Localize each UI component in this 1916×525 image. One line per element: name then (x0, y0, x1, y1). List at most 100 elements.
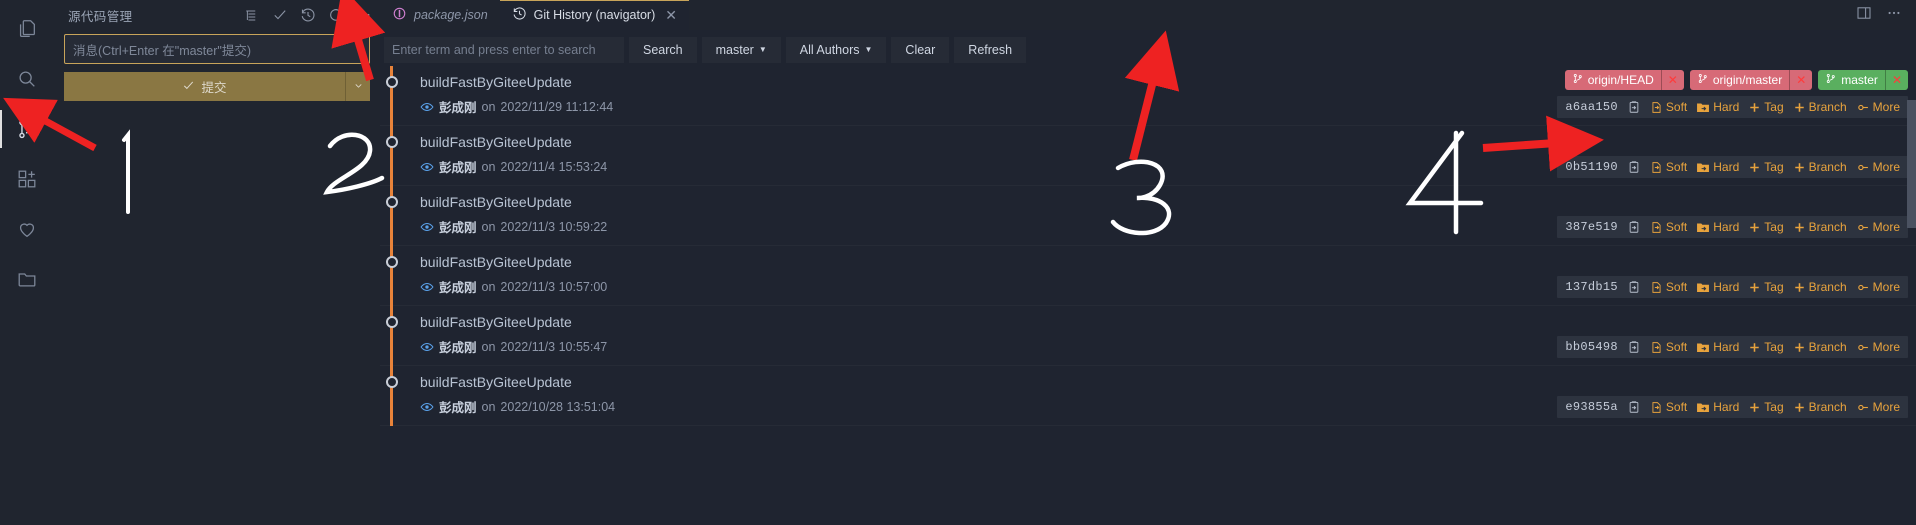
commit-row[interactable]: buildFastByGiteeUpdate 彭成刚 on 2022/11/3 … (380, 246, 1916, 306)
copy-hash-icon[interactable] (1627, 160, 1641, 174)
add-tag-button[interactable]: Tag (1748, 160, 1784, 174)
more-actions-button[interactable]: More (1856, 340, 1900, 354)
eye-icon[interactable] (420, 280, 434, 294)
check-icon[interactable] (271, 7, 288, 24)
commit-list[interactable]: buildFastByGiteeUpdate 彭成刚 on 2022/11/29… (380, 66, 1916, 525)
reset-soft-button[interactable]: Soft (1650, 220, 1687, 234)
commit-hash[interactable]: 137db15 (1565, 280, 1618, 294)
commit-row[interactable]: buildFastByGiteeUpdate 彭成刚 on 2022/11/4 … (380, 126, 1916, 186)
add-branch-button[interactable]: Branch (1793, 400, 1847, 414)
vertical-scrollbar-thumb[interactable] (1907, 100, 1916, 228)
reset-hard-button[interactable]: Hard (1696, 160, 1739, 174)
add-tag-button[interactable]: Tag (1748, 220, 1784, 234)
add-branch-button[interactable]: Branch (1793, 160, 1847, 174)
commit-button-dropdown[interactable] (345, 72, 370, 101)
activity-bar-item-extensions[interactable] (0, 154, 54, 204)
commit-hash[interactable]: 387e519 (1565, 220, 1618, 234)
add-tag-button[interactable]: Tag (1748, 100, 1784, 114)
eye-icon[interactable] (420, 220, 434, 234)
add-tag-button[interactable]: Tag (1748, 400, 1784, 414)
history-icon[interactable] (299, 7, 316, 24)
add-branch-button[interactable]: Branch (1793, 220, 1847, 234)
activity-bar-item-favorites[interactable] (0, 204, 54, 254)
reset-soft-button[interactable]: Soft (1650, 160, 1687, 174)
eye-icon[interactable] (420, 400, 434, 414)
more-actions-button[interactable]: More (1856, 100, 1900, 114)
remove-ref-icon[interactable]: ✕ (1789, 70, 1812, 90)
commit-hash[interactable]: a6aa150 (1565, 100, 1618, 114)
commit-row[interactable]: buildFastByGiteeUpdate 彭成刚 on 2022/11/3 … (380, 306, 1916, 366)
editor-tab-actions (1842, 0, 1916, 30)
commit-button[interactable]: 提交 (64, 72, 345, 101)
graph-node (385, 376, 398, 388)
branch-selector[interactable]: master ▼ (701, 36, 781, 63)
reset-soft-button[interactable]: Soft (1650, 280, 1687, 294)
plus-icon (1793, 161, 1806, 174)
eye-icon[interactable] (420, 340, 434, 354)
activity-bar-item-source-control[interactable] (0, 104, 54, 154)
search-icon (16, 68, 38, 90)
reset-soft-button[interactable]: Soft (1650, 340, 1687, 354)
author-selector[interactable]: All Authors ▼ (785, 36, 887, 63)
remove-ref-icon[interactable]: ✕ (1660, 70, 1684, 90)
activity-bar-item-explorer[interactable] (0, 4, 54, 54)
commit-hash[interactable]: 0b51190 (1565, 160, 1618, 174)
reset-hard-button[interactable]: Hard (1696, 400, 1739, 414)
activity-bar-item-workspace[interactable] (0, 254, 54, 304)
search-button[interactable]: Search (629, 36, 697, 63)
branch-label: Branch (1808, 220, 1847, 234)
copy-hash-icon[interactable] (1627, 220, 1641, 234)
eye-icon[interactable] (420, 160, 434, 174)
commit-row[interactable]: buildFastByGiteeUpdate 彭成刚 on 2022/11/3 … (380, 186, 1916, 246)
copy-hash-icon[interactable] (1627, 100, 1641, 114)
reset-hard-button[interactable]: Hard (1696, 220, 1739, 234)
refresh-icon[interactable] (327, 7, 344, 24)
eye-icon[interactable] (420, 100, 434, 114)
author-selector-label: All Authors (799, 42, 860, 57)
more-actions-button[interactable]: More (1856, 160, 1900, 174)
reset-soft-button[interactable]: Soft (1650, 400, 1687, 414)
remove-ref-icon[interactable]: ✕ (1884, 70, 1908, 90)
commit-date: 2022/11/4 15:53:24 (500, 159, 608, 174)
branch-ref-badge[interactable]: origin/HEAD ✕ (1564, 70, 1684, 90)
ellipsis-icon[interactable] (1886, 5, 1902, 26)
reset-hard-button[interactable]: Hard (1696, 100, 1739, 114)
reset-soft-button[interactable]: Soft (1650, 100, 1687, 114)
plus-icon (1793, 221, 1806, 234)
copy-hash-icon[interactable] (1627, 280, 1641, 294)
clear-button[interactable]: Clear (891, 36, 950, 63)
commit-row[interactable]: buildFastByGiteeUpdate 彭成刚 on 2022/11/29… (380, 66, 1916, 126)
split-editor-icon[interactable] (1856, 5, 1872, 26)
add-tag-button[interactable]: Tag (1748, 340, 1784, 354)
list-icon[interactable] (243, 7, 260, 24)
commit-message-input[interactable]: 消息(Ctrl+Enter 在"master"提交) (64, 34, 370, 64)
commit-hash[interactable]: e93855a (1565, 400, 1618, 414)
branch-ref-badge[interactable]: origin/master ✕ (1689, 70, 1813, 90)
commit-row[interactable]: buildFastByGiteeUpdate 彭成刚 on 2022/10/28… (380, 366, 1916, 426)
commit-hash[interactable]: bb05498 (1565, 340, 1618, 354)
close-icon[interactable]: ✕ (665, 8, 677, 22)
activity-bar-item-search[interactable] (0, 54, 54, 104)
copy-hash-icon[interactable] (1627, 400, 1641, 414)
copy-hash-icon[interactable] (1627, 340, 1641, 354)
search-input[interactable]: Enter term and press enter to search (384, 36, 624, 63)
commit-graph (380, 126, 402, 186)
ellipsis-icon[interactable] (355, 7, 372, 24)
plus-icon (1793, 101, 1806, 114)
git-history-toolbar: Enter term and press enter to search Sea… (380, 30, 1916, 66)
tab-package-json[interactable]: package.json (380, 0, 500, 30)
add-branch-button[interactable]: Branch (1793, 100, 1847, 114)
tab-label: Git History (navigator) (533, 8, 656, 22)
branch-ref-badge[interactable]: master ✕ (1818, 70, 1908, 90)
tab-git-history[interactable]: Git History (navigator) ✕ (499, 0, 690, 30)
add-tag-button[interactable]: Tag (1748, 280, 1784, 294)
more-actions-button[interactable]: More (1856, 220, 1900, 234)
more-actions-button[interactable]: More (1856, 280, 1900, 294)
add-branch-button[interactable]: Branch (1793, 340, 1847, 354)
refresh-button[interactable]: Refresh (954, 36, 1027, 63)
more-actions-button[interactable]: More (1856, 400, 1900, 414)
reset-hard-button[interactable]: Hard (1696, 280, 1739, 294)
reset-hard-button[interactable]: Hard (1696, 340, 1739, 354)
tab-label: package.json (414, 8, 488, 22)
add-branch-button[interactable]: Branch (1793, 280, 1847, 294)
